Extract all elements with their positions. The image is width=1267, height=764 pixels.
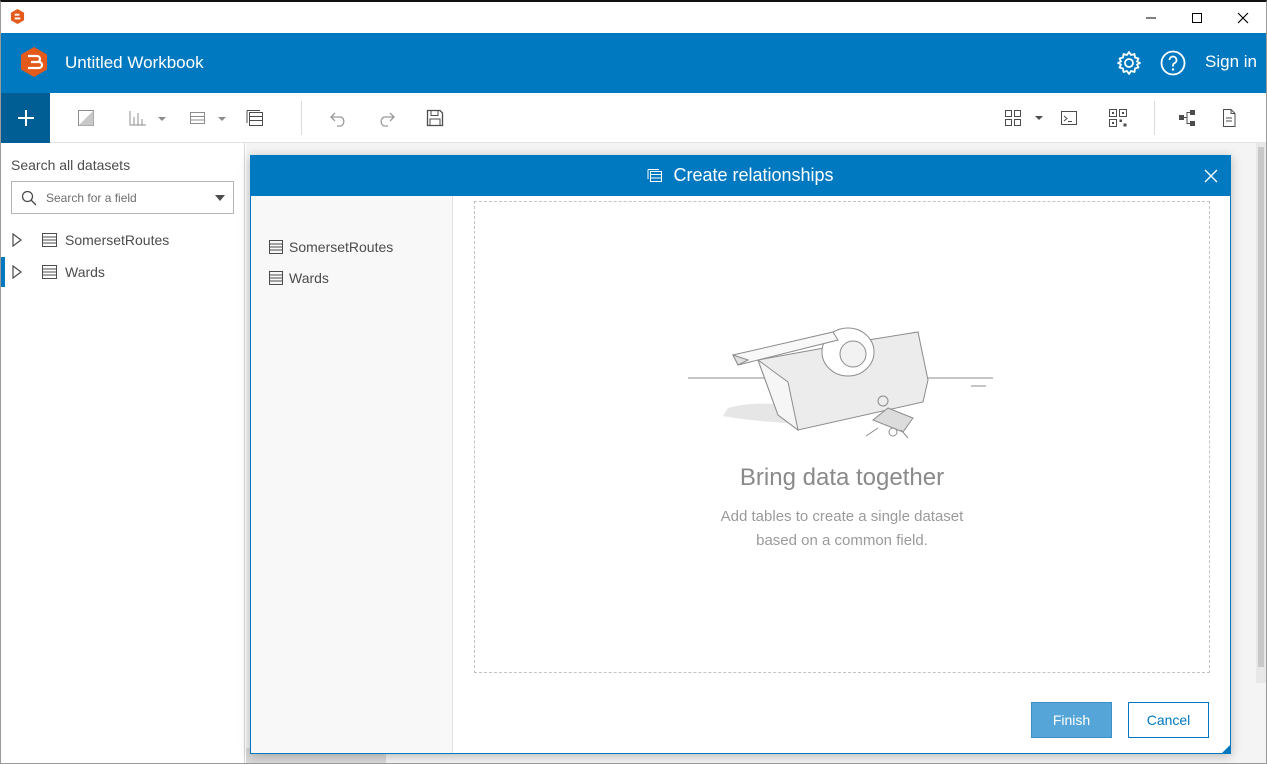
dialog-header: Create relationships	[251, 156, 1230, 196]
table-drop-zone[interactable]: Bring data together Add tables to create…	[474, 201, 1210, 673]
dataset-item[interactable]: SomersetRoutes	[1, 225, 244, 255]
toolbar-divider	[301, 101, 302, 135]
canvas-scrollbar[interactable]	[1256, 143, 1266, 683]
close-icon[interactable]	[1202, 167, 1220, 185]
table-button[interactable]	[189, 106, 229, 130]
search-field-box[interactable]	[11, 181, 234, 214]
close-icon	[1237, 12, 1249, 23]
app-header: Untitled Workbook Sign in	[1, 33, 1266, 93]
text-card-button[interactable]	[77, 106, 95, 130]
minimize-icon	[1146, 17, 1156, 18]
layout-icon	[1005, 110, 1043, 126]
redo-button[interactable]	[376, 106, 396, 130]
gear-icon[interactable]	[1115, 49, 1143, 77]
dataset-button[interactable]	[245, 106, 265, 130]
dataset-label: Wards	[65, 264, 105, 280]
undo-button[interactable]	[329, 106, 349, 130]
workbook-title[interactable]: Untitled Workbook	[65, 53, 204, 73]
expand-caret-icon[interactable]	[11, 233, 23, 247]
scrollbar-thumb[interactable]	[1258, 147, 1264, 667]
save-button[interactable]	[425, 106, 445, 130]
table-icon	[190, 112, 226, 124]
qr-icon	[1109, 109, 1127, 127]
empty-state-title: Bring data together	[739, 464, 945, 491]
maximize-icon	[1192, 12, 1202, 23]
table-icon	[42, 265, 57, 279]
table-list-item[interactable]: SomersetRoutes	[269, 237, 393, 257]
dataset-item[interactable]: Wards	[1, 257, 244, 287]
resize-grip-icon[interactable]	[1222, 745, 1230, 753]
layout-button[interactable]	[1004, 106, 1046, 130]
page-button[interactable]	[1220, 106, 1238, 130]
tape-dispenser-illustration	[688, 327, 993, 439]
dialog-title: Create relationships	[673, 165, 834, 185]
chart-icon	[129, 111, 166, 126]
close-window-button[interactable]	[1220, 2, 1266, 33]
add-button[interactable]	[1, 93, 50, 143]
search-datasets-label: Search all datasets	[11, 157, 131, 173]
add-icon	[17, 110, 34, 126]
finish-button[interactable]: Finish	[1031, 702, 1112, 738]
chevron-down-icon[interactable]	[215, 195, 225, 201]
dialog-table-list: SomersetRoutes Wards	[251, 196, 453, 753]
qr-button[interactable]	[1108, 106, 1128, 130]
expand-caret-icon[interactable]	[11, 265, 23, 279]
main-toolbar	[1, 93, 1266, 143]
chart-button[interactable]	[128, 106, 168, 130]
search-icon	[21, 190, 37, 206]
app-window: Untitled Workbook Sign in Search all dat…	[0, 0, 1267, 764]
table-list-item[interactable]: Wards	[269, 268, 329, 288]
table-list-label: SomersetRoutes	[289, 239, 394, 255]
table-icon	[42, 233, 57, 247]
console-button[interactable]	[1059, 106, 1079, 130]
text-card-icon	[78, 110, 94, 126]
sign-in-link[interactable]: Sign in	[1205, 52, 1257, 72]
model-button[interactable]	[1177, 106, 1197, 130]
empty-state-description: Add tables to create a single dataset ba…	[475, 505, 1209, 553]
console-icon	[1061, 111, 1077, 125]
save-icon	[426, 109, 444, 127]
table-icon	[269, 271, 283, 285]
title-bar	[1, 2, 1266, 33]
data-pane: Search all datasets SomersetRoutes Wards	[1, 143, 245, 763]
minimize-button[interactable]	[1128, 2, 1174, 33]
undo-icon	[330, 112, 345, 127]
relationship-icon	[647, 168, 663, 182]
table-list-label: Wards	[289, 270, 329, 286]
help-icon[interactable]	[1159, 49, 1187, 77]
app-logo-icon	[10, 9, 25, 24]
table-icon	[269, 240, 283, 254]
page-icon	[1223, 109, 1236, 127]
toolbar-divider	[1154, 101, 1155, 135]
dataset-icon	[246, 110, 263, 126]
cancel-button[interactable]: Cancel	[1128, 702, 1209, 738]
empty-state-line: Add tables to create a single dataset	[720, 508, 964, 525]
insights-logo-icon	[21, 47, 47, 77]
maximize-button[interactable]	[1174, 2, 1220, 33]
dataset-label: SomersetRoutes	[65, 232, 170, 248]
create-relationships-dialog: Create relationships SomersetRoutes Ward…	[250, 155, 1231, 754]
empty-state-line: based on a common field.	[756, 532, 928, 549]
redo-icon	[380, 112, 395, 127]
model-icon	[1179, 110, 1195, 126]
search-input[interactable]	[46, 182, 206, 213]
